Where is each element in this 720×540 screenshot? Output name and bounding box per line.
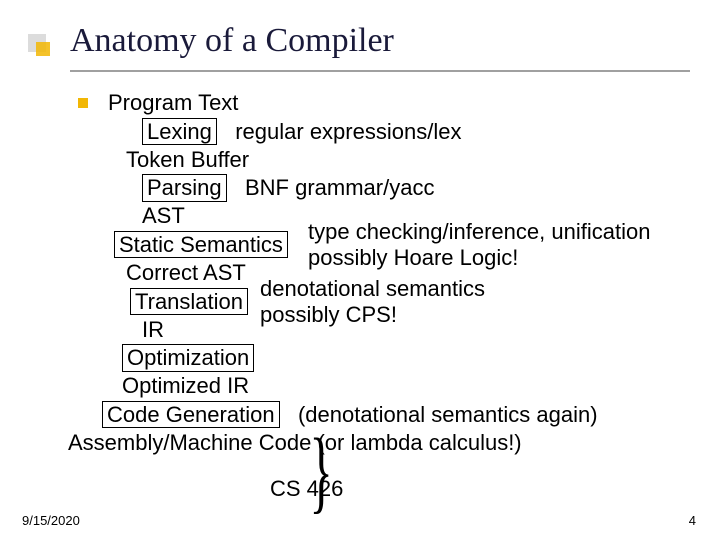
slide-title: Anatomy of a Compiler	[70, 22, 394, 60]
bullet-icon	[78, 98, 88, 108]
text-program-text: Program Text	[108, 90, 238, 115]
text-token-buffer: Token Buffer	[126, 147, 249, 172]
line-translation: Translation denotational semantics possi…	[108, 288, 698, 316]
note-lexing: regular expressions/lex	[235, 119, 461, 146]
box-static-semantics: Static Semantics	[114, 231, 288, 258]
title-decoration-icon	[28, 34, 52, 58]
line-parsing: Parsing BNF grammar/yacc	[108, 174, 698, 202]
text-ir: IR	[142, 317, 164, 342]
line-code-generation: Code Generation (denotational semantics …	[102, 401, 698, 429]
box-optimization: Optimization	[122, 344, 254, 371]
text-optimized-ir: Optimized IR	[122, 373, 249, 398]
text-assembly: Assembly/Machine Code (or lambda calculu…	[68, 430, 522, 455]
note-parsing: BNF grammar/yacc	[245, 175, 434, 202]
line-lexing: Lexing regular expressions/lex	[108, 118, 698, 146]
title-underline	[70, 70, 690, 72]
brace-label: CS 426	[270, 476, 343, 503]
line-ir: IR	[108, 317, 698, 344]
box-translation: Translation	[130, 288, 248, 315]
footer-date: 9/15/2020	[22, 513, 80, 528]
box-parsing: Parsing	[142, 174, 227, 201]
box-code-generation: Code Generation	[102, 401, 280, 428]
note-tr-2: possibly CPS!	[260, 302, 397, 329]
note-ss-1: type checking/inference, unification	[308, 219, 650, 246]
box-lexing: Lexing	[142, 118, 217, 145]
note-code-gen: (denotational semantics again)	[298, 402, 598, 429]
text-ast: AST	[142, 203, 185, 228]
slide-body: Program Text Lexing regular expressions/…	[108, 90, 698, 458]
note-tr-1: denotational semantics	[260, 276, 485, 303]
line-optimized-ir: Optimized IR	[108, 373, 698, 400]
text-correct-ast: Correct AST	[126, 260, 246, 285]
line-program-text: Program Text	[108, 90, 698, 117]
line-optimization: Optimization	[108, 344, 698, 372]
line-assembly: Assembly/Machine Code (or lambda calculu…	[68, 430, 698, 457]
footer-page-number: 4	[689, 513, 696, 528]
line-token-buffer: Token Buffer	[108, 147, 698, 174]
line-static-semantics: Static Semantics type checking/inference…	[108, 231, 698, 259]
note-ss-2: possibly Hoare Logic!	[308, 245, 518, 272]
